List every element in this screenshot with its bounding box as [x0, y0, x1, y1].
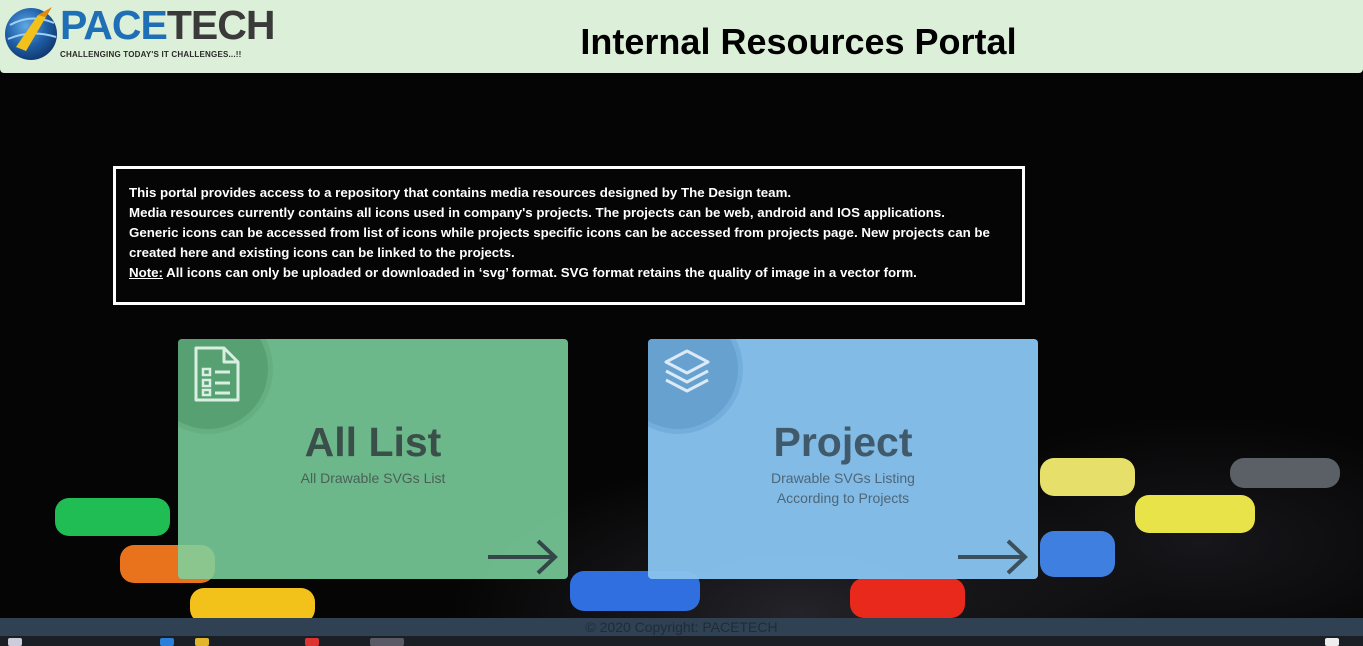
taskbar-item[interactable] [160, 638, 174, 646]
card-title: All List [304, 419, 442, 465]
card-title: Project [773, 419, 913, 465]
note-text: All icons can only be uploaded or downlo… [162, 265, 917, 280]
info-line: This portal provides access to a reposit… [129, 185, 792, 200]
card-subtitle: All Drawable SVGs List [300, 470, 446, 486]
project-card[interactable]: Project Drawable SVGs Listing According … [648, 339, 1038, 579]
arrow-right-icon[interactable] [486, 537, 560, 577]
card-subtitle: Drawable SVGs Listing According to Proje… [648, 468, 1038, 508]
arrow-right-icon[interactable] [956, 537, 1030, 577]
taskbar-item[interactable] [195, 638, 209, 646]
info-line: Generic icons can be accessed from list … [129, 225, 990, 260]
decorative-app-popcorn [1135, 495, 1255, 533]
note-label: Note: [129, 265, 163, 280]
page-title: Internal Resources Portal [580, 21, 1017, 62]
copyright-text: © 2020 Copyright: PACETECH [585, 619, 778, 635]
layers-icon [664, 349, 710, 393]
taskbar-item[interactable] [370, 638, 404, 646]
document-list-icon [194, 346, 240, 402]
taskbar-item[interactable] [8, 638, 22, 646]
app-header: PACETECH CHALLENGING TODAY'S IT CHALLENG… [0, 0, 1363, 73]
decorative-app-translate [1040, 531, 1115, 577]
footer: © 2020 Copyright: PACETECH [0, 618, 1363, 636]
decorative-app-phone [55, 498, 170, 536]
decorative-app-youtube [850, 578, 965, 618]
info-note: Note: All icons can only be uploaded or … [129, 263, 1009, 283]
card-subtitle-line: Drawable SVGs Listing [771, 470, 915, 486]
info-box: This portal provides access to a reposit… [113, 166, 1025, 305]
card-subtitle-line: According to Projects [776, 490, 910, 506]
os-taskbar [0, 636, 1363, 646]
all-list-card[interactable]: All List All Drawable SVGs List [178, 339, 568, 579]
decorative-app-notes [1040, 458, 1135, 496]
info-line: Media resources currently contains all i… [129, 205, 945, 220]
taskbar-item[interactable] [305, 638, 319, 646]
decorative-app-gray [1230, 458, 1340, 488]
taskbar-item[interactable] [1325, 638, 1339, 646]
